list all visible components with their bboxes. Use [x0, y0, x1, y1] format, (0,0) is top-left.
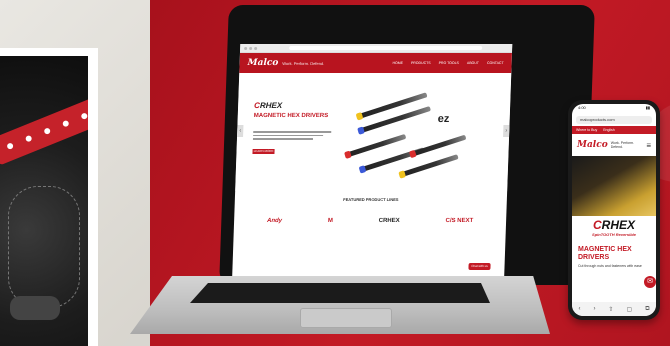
hero-title: MAGNETIC HEX DRIVERS [253, 113, 329, 119]
phone-hero-copy: Cut through nuts and fasteners with ease [578, 264, 642, 268]
share-icon[interactable]: ⇧ [609, 306, 614, 313]
ez-badge: ez [437, 113, 450, 125]
phone-screen: 4:00 ▮▮ malcoproducts.com Where to Buy E… [572, 104, 656, 316]
bookmarks-icon[interactable]: ▢ [627, 306, 633, 313]
red-strap [0, 94, 88, 166]
hero-banner: ‹ › CRHEX MAGNETIC HEX DRIVERS LEARN MOR… [235, 73, 512, 191]
chat-button[interactable]: Chat with us [468, 263, 491, 270]
brand-row: Andy M CRHEX C/S NEXT [234, 209, 507, 233]
site-logo[interactable]: Malco [247, 58, 278, 68]
phone-url-bar[interactable]: malcoproducts.com [576, 116, 652, 124]
hex-driver-bit [347, 133, 407, 158]
carousel-next-icon[interactable]: › [503, 125, 510, 137]
site-nav: HOME PRODUCTS PRO TOOLS ABOUT CONTACT [392, 61, 503, 65]
site-header: Malco Work. Perform. Defend. HOME PRODUC… [239, 53, 512, 73]
brand-andy[interactable]: Andy [267, 218, 282, 224]
glove-knuckle-pad [10, 296, 60, 320]
glove-photo [0, 56, 88, 346]
browser-toolbar [239, 44, 513, 53]
featured-heading: FEATURED PRODUCT LINES [343, 197, 399, 202]
site-tagline: Work. Perform. Defend. [282, 60, 325, 66]
browser-url-bar[interactable] [289, 46, 483, 50]
phone-browser-toolbar: ‹ › ⇧ ▢ ⧉ [572, 302, 656, 316]
nav-item-about[interactable]: ABOUT [467, 61, 479, 65]
phone-brand-sub: SpinTOOTH Reversible [592, 232, 636, 237]
brand-crhex[interactable]: CRHEX [379, 218, 400, 224]
phone-hero-title: MAGNETIC HEX DRIVERS [578, 246, 632, 261]
phone-brand-logo: CRHEX SpinTOOTH Reversible [572, 216, 656, 244]
nav-item-pro-tools[interactable]: PRO TOOLS [439, 61, 459, 65]
nav-item-products[interactable]: PRODUCTS [411, 61, 431, 65]
laptop-trackpad [300, 308, 392, 328]
hex-driver-bit [412, 134, 467, 157]
nav-item-contact[interactable]: CONTACT [487, 61, 504, 65]
phone-site-header: Malco Work. Perform. Defend. ≡ [572, 134, 656, 156]
menu-icon[interactable]: ≡ [646, 141, 651, 150]
phone-site-tagline: Work. Perform. Defend. [610, 141, 635, 149]
phone-status-bar: 4:00 ▮▮ [572, 104, 656, 116]
brand-csnext[interactable]: C/S NEXT [445, 218, 473, 224]
hero-copy [252, 131, 333, 143]
carousel-prev-icon[interactable]: ‹ [237, 125, 244, 137]
phone-time: 4:00 [578, 105, 586, 110]
mail-icon[interactable]: ✉ [644, 276, 656, 288]
phone-top-links: Where to Buy English [572, 126, 656, 134]
forward-icon[interactable]: › [594, 306, 596, 312]
brand-m[interactable]: M [328, 218, 333, 224]
where-to-buy-link[interactable]: Where to Buy [576, 128, 597, 132]
laptop-keyboard [190, 283, 490, 303]
battery-icon: ▮▮ [645, 105, 650, 110]
hero-learn-more-button[interactable]: LEARN MORE [252, 149, 275, 154]
phone-site-logo[interactable]: Malco [577, 140, 608, 150]
back-icon[interactable]: ‹ [579, 306, 581, 312]
glove-stitching [8, 186, 80, 308]
nav-item-home[interactable]: HOME [392, 61, 403, 65]
language-link[interactable]: English [603, 128, 614, 132]
hero-brand-logo: CRHEX [253, 101, 283, 110]
phone-hero-image [572, 156, 656, 216]
laptop-screen: Malco Work. Perform. Defend. HOME PRODUC… [231, 44, 513, 290]
tabs-icon[interactable]: ⧉ [645, 306, 649, 313]
